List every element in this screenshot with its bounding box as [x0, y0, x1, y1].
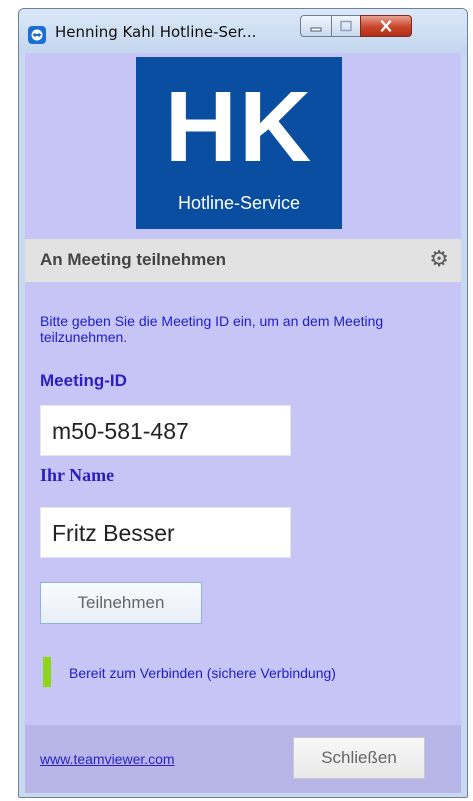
maximize-button[interactable] [331, 15, 361, 37]
app-window: Henning Kahl Hotline-Ser... HK Hotline-S… [18, 8, 468, 798]
window-maximize-icon [339, 17, 353, 36]
teamviewer-app-icon [28, 26, 46, 44]
logo-mark: HK [164, 71, 314, 183]
window-title: Henning Kahl Hotline-Ser... [55, 23, 257, 41]
name-input[interactable]: Fritz Besser [40, 507, 291, 558]
meeting-id-label: Meeting-ID [40, 371, 127, 390]
section-header: An Meeting teilnehmen ⚙ [25, 239, 461, 282]
meeting-id-input[interactable]: m50-581-487 [40, 405, 291, 456]
company-logo: HK Hotline-Service [136, 57, 342, 229]
teamviewer-link[interactable]: www.teamviewer.com [40, 751, 175, 767]
footer-bar: www.teamviewer.com Schließen [25, 725, 461, 793]
section-title: An Meeting teilnehmen [40, 250, 227, 269]
status-indicator [43, 657, 51, 687]
window-close-icon [379, 17, 393, 36]
name-label: Ihr Name [40, 465, 115, 485]
gear-icon[interactable]: ⚙ [429, 249, 449, 271]
title-bar[interactable]: Henning Kahl Hotline-Ser... [19, 9, 467, 55]
logo-subtitle: Hotline-Service [177, 193, 301, 213]
window-minimize-icon [309, 17, 323, 36]
close-window-button[interactable] [360, 15, 412, 37]
join-button[interactable]: Teilnehmen [40, 582, 202, 624]
meeting-panel: HK Hotline-Service An Meeting teilnehmen… [25, 53, 461, 793]
minimize-button[interactable] [300, 15, 332, 37]
status-text: Bereit zum Verbinden (sichere Verbindung… [69, 665, 336, 681]
close-button[interactable]: Schließen [293, 737, 425, 779]
instruction-text: Bitte geben Sie die Meeting ID ein, um a… [40, 313, 384, 345]
